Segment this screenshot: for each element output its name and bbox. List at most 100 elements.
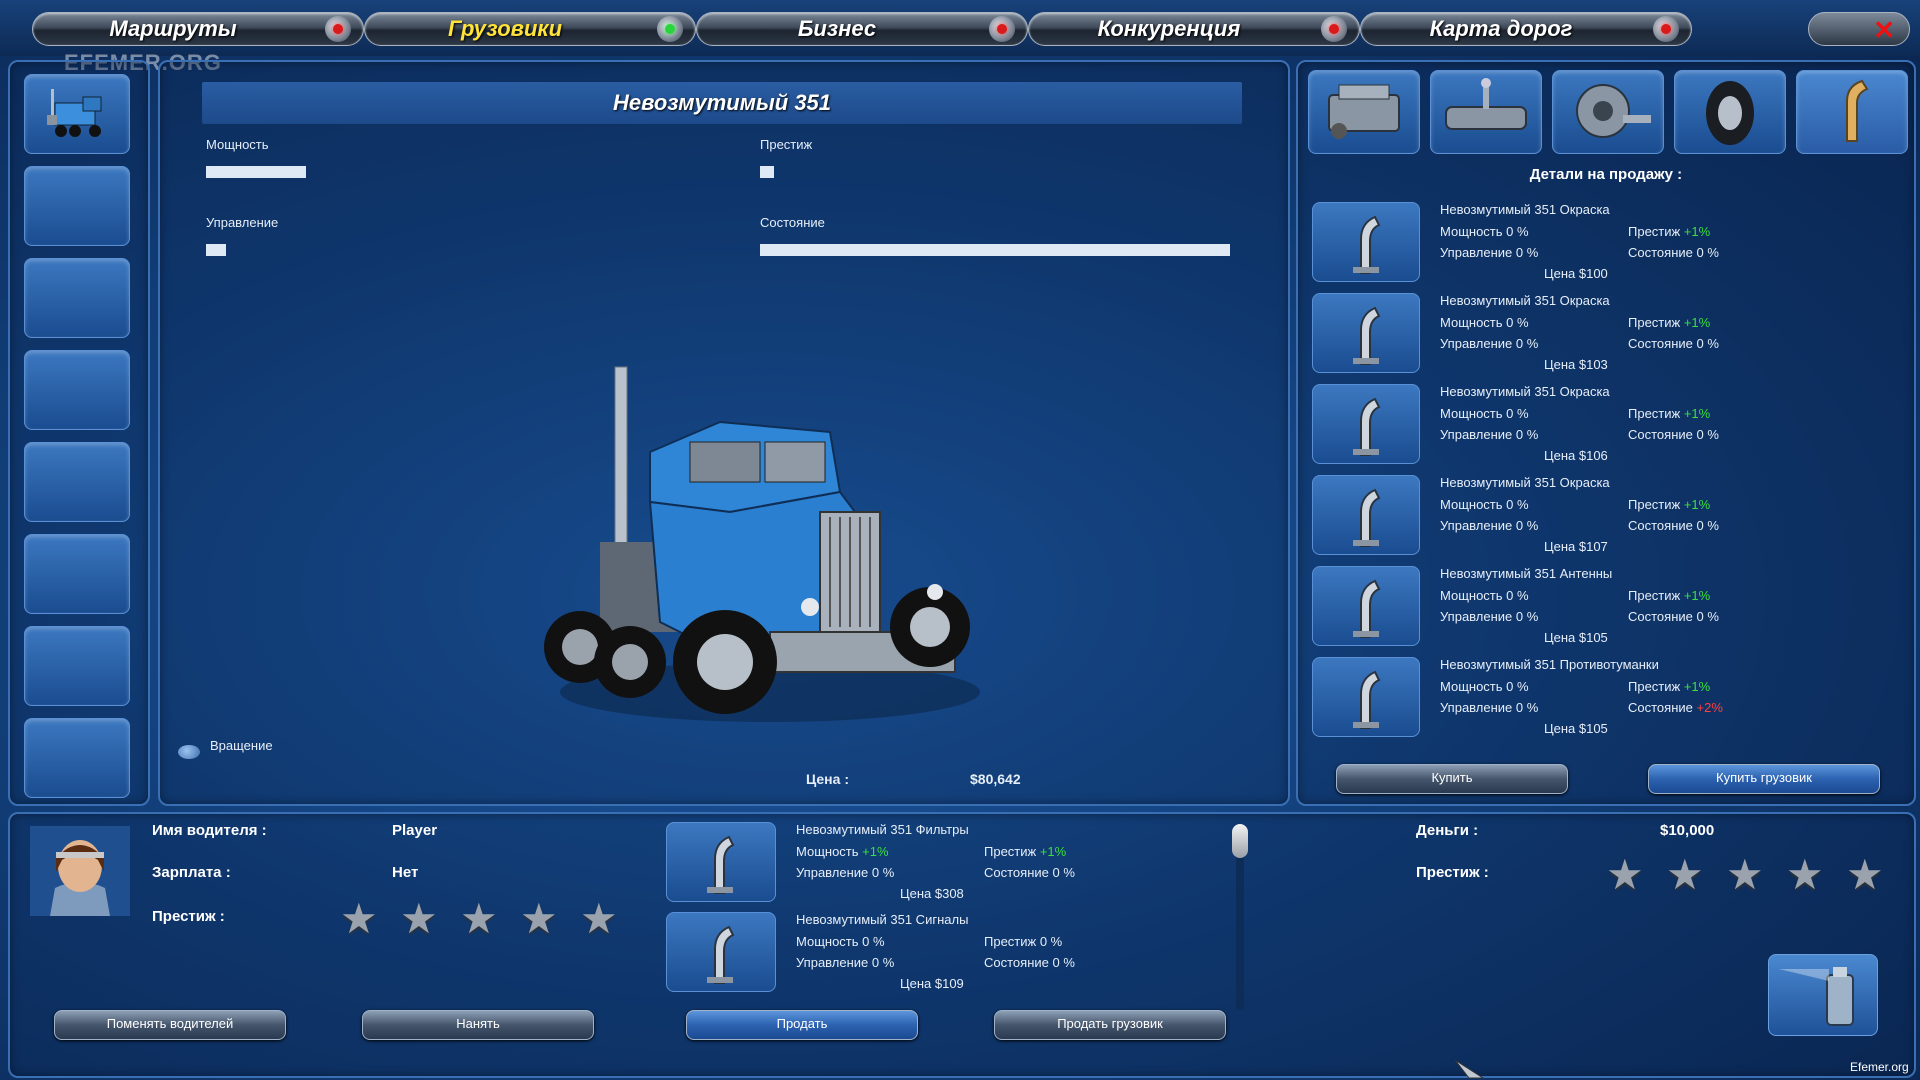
truck-3d-view[interactable] xyxy=(540,362,1000,762)
nav-tab-road-map[interactable]: Карта дорог xyxy=(1360,12,1692,46)
category-brakes[interactable] xyxy=(1552,70,1664,154)
truck-slot-3[interactable] xyxy=(24,258,130,338)
part-list-item[interactable]: Невозмутимый 351 Окраска Мощность 0 % Прес… xyxy=(1312,293,1902,381)
part-list-item[interactable]: Невозмутимый 351 Противотуманки Мощность … xyxy=(1312,657,1902,745)
star-icon: ★ xyxy=(1846,851,1884,898)
parts-list: Невозмутимый 351 Окраска Мощность 0 % Прес… xyxy=(1312,202,1902,748)
category-tires[interactable] xyxy=(1674,70,1786,154)
part-icon xyxy=(1312,566,1420,646)
installed-part-item[interactable]: Невозмутимый 351 Сигналы Мощность 0 % Прес… xyxy=(666,912,1226,998)
handling-label: Управление xyxy=(206,215,279,230)
part-condition: Состояние xyxy=(1628,700,1693,715)
sell-button[interactable]: Продать xyxy=(686,1010,918,1040)
part-prestige-delta: +1% xyxy=(1039,844,1067,859)
truck-slots-panel xyxy=(8,60,150,806)
truck-slot-8[interactable] xyxy=(24,718,130,798)
driver-prestige-rating: ★ ★ ★ ★ ★ xyxy=(340,898,640,948)
part-price: Цена $105 xyxy=(1544,721,1608,736)
nav-tab-business[interactable]: Бизнес xyxy=(696,12,1028,46)
transmission-icon xyxy=(1445,78,1527,130)
part-icon xyxy=(1312,384,1420,464)
part-prestige: Престиж xyxy=(1628,315,1681,330)
part-handling: Управление 0 % xyxy=(1440,336,1539,351)
truck-slot-7[interactable] xyxy=(24,626,130,706)
part-condition-delta: 0 % xyxy=(1696,245,1719,260)
driver-name-label: Имя водителя : xyxy=(152,822,267,839)
condition-bar xyxy=(760,244,1230,256)
part-prestige-delta: +1% xyxy=(1683,497,1711,512)
part-power: Мощность xyxy=(796,844,859,859)
cursor-icon xyxy=(1455,1060,1485,1079)
part-handling: Управление 0 % xyxy=(1440,609,1539,624)
truck-thumbnail-icon xyxy=(47,89,102,137)
driver-salary-label: Зарплата : xyxy=(152,864,231,881)
power-bar xyxy=(206,166,306,178)
status-light-icon xyxy=(989,16,1015,42)
part-icon xyxy=(666,912,776,992)
star-icon: ★ xyxy=(1726,851,1764,898)
nav-tab-label: Грузовики xyxy=(447,16,563,41)
nav-tab-label: Бизнес xyxy=(797,16,877,41)
part-prestige: Престиж xyxy=(1628,224,1681,239)
category-transmission[interactable] xyxy=(1430,70,1542,154)
part-prestige-delta: +1% xyxy=(1683,315,1711,330)
part-condition-delta: 0 % xyxy=(1696,609,1719,624)
shop-title: Детали на продажу : xyxy=(1529,166,1683,183)
driver-avatar xyxy=(30,826,130,916)
company-prestige-rating: ★ ★ ★ ★ ★ xyxy=(1606,854,1906,904)
truck-slot-2[interactable] xyxy=(24,166,130,246)
part-prestige-delta: +1% xyxy=(1683,224,1711,239)
nav-tab-routes[interactable]: Маршруты xyxy=(32,12,364,46)
part-prestige-delta: +1% xyxy=(1683,406,1711,421)
exhaust-icon xyxy=(1846,79,1869,142)
installed-part-item[interactable]: Невозмутимый 351 Фильтры Мощность +1% Прес… xyxy=(666,822,1226,908)
condition-label: Состояние xyxy=(760,215,825,230)
paint-button[interactable] xyxy=(1768,954,1878,1036)
close-button[interactable]: ✕ xyxy=(1808,12,1910,46)
hire-button[interactable]: Нанять xyxy=(362,1010,594,1040)
part-icon xyxy=(666,822,776,902)
part-prestige: Престиж xyxy=(1628,497,1681,512)
truck-view-panel: Невозмутимый 351 Мощность Престиж Управл… xyxy=(158,60,1290,806)
part-name: Невозмутимый 351 Противотуманки xyxy=(1440,657,1659,672)
scrollbar-thumb[interactable] xyxy=(1232,824,1248,858)
money-value: $10,000 xyxy=(1660,822,1715,839)
buy-button[interactable]: Купить xyxy=(1336,764,1568,794)
part-power: Мощность 0 % xyxy=(1440,679,1529,694)
part-icon xyxy=(1312,657,1420,737)
handling-bar xyxy=(206,244,226,256)
truck-slot-6[interactable] xyxy=(24,534,130,614)
part-condition-delta: 0 % xyxy=(1696,427,1719,442)
change-drivers-button[interactable]: Поменять водителей xyxy=(54,1010,286,1040)
star-icon: ★ xyxy=(1666,851,1704,898)
category-engine[interactable] xyxy=(1308,70,1420,154)
category-exhaust[interactable] xyxy=(1796,70,1908,154)
part-prestige-delta: +1% xyxy=(1683,679,1711,694)
truck-slot-4[interactable] xyxy=(24,350,130,430)
part-icon xyxy=(1312,475,1420,555)
part-power: Мощность 0 % xyxy=(1440,588,1529,603)
driver-salary-value: Нет xyxy=(392,864,419,881)
prestige-label: Престиж xyxy=(760,137,813,152)
part-list-item[interactable]: Невозмутимый 351 Антенны Мощность 0 % Прес… xyxy=(1312,566,1902,654)
prestige-bar xyxy=(760,166,774,178)
part-list-item[interactable]: Невозмутимый 351 Окраска Мощность 0 % Прес… xyxy=(1312,384,1902,472)
nav-tab-competition[interactable]: Конкуренция xyxy=(1028,12,1360,46)
driver-name-value: Player xyxy=(392,822,438,839)
part-price: Цена $308 xyxy=(900,886,964,901)
part-prestige: Престиж xyxy=(984,844,1037,859)
nav-tab-trucks[interactable]: Грузовики xyxy=(364,12,696,46)
sell-truck-button[interactable]: Продать грузовик xyxy=(994,1010,1226,1040)
buy-truck-button[interactable]: Купить грузовик xyxy=(1648,764,1880,794)
exhaust-pipe-icon xyxy=(1353,579,1381,638)
power-bar-track xyxy=(206,166,706,178)
exhaust-pipe-icon xyxy=(1353,397,1381,456)
truck-slot-1[interactable] xyxy=(24,74,130,154)
installed-scrollbar[interactable] xyxy=(1232,824,1248,1010)
rotation-toggle[interactable] xyxy=(178,745,200,759)
part-list-item[interactable]: Невозмутимый 351 Окраска Мощность 0 % Прес… xyxy=(1312,202,1902,290)
part-name: Невозмутимый 351 Окраска xyxy=(1440,475,1610,490)
part-icon xyxy=(1312,293,1420,373)
part-list-item[interactable]: Невозмутимый 351 Окраска Мощность 0 % Прес… xyxy=(1312,475,1902,563)
truck-slot-5[interactable] xyxy=(24,442,130,522)
